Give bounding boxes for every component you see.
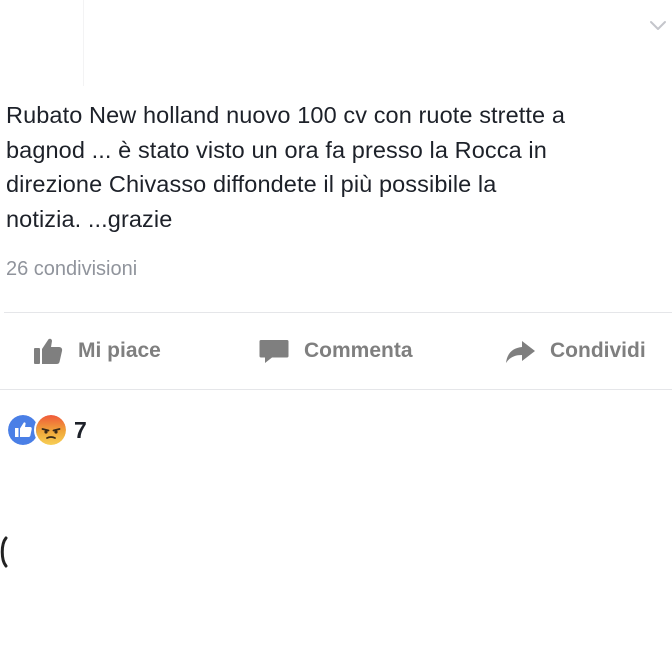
post-text-line: direzione Chivasso diffondete il più pos… bbox=[6, 171, 497, 197]
chevron-down-icon[interactable] bbox=[648, 16, 668, 36]
share-count[interactable]: 26 condivisioni bbox=[6, 258, 137, 281]
comment-button[interactable]: Commenta bbox=[258, 313, 413, 389]
like-label: Mi piace bbox=[78, 339, 161, 362]
post-text-line: bagnod ... è stato visto un ora fa press… bbox=[6, 136, 547, 163]
post-text-line: Rubato New holland nuovo 100 cv con ruot… bbox=[6, 102, 566, 128]
reaction-summary[interactable]: 7 bbox=[6, 413, 87, 447]
angry-reaction-icon bbox=[34, 413, 68, 447]
previous-content-edge bbox=[0, 0, 84, 86]
comment-label: Commenta bbox=[304, 339, 413, 362]
reaction-count: 7 bbox=[74, 416, 87, 443]
like-button[interactable]: Mi piace bbox=[32, 313, 161, 389]
share-arrow-icon bbox=[506, 341, 535, 363]
speech-bubble-icon bbox=[259, 340, 289, 363]
facebook-post: Rubato New holland nuovo 100 cv con ruot… bbox=[0, 0, 672, 672]
share-button[interactable]: Condividi bbox=[504, 313, 646, 389]
action-bar: Mi piace Commenta Condividi bbox=[0, 313, 672, 389]
post-text: Rubato New holland nuovo 100 cv con ruot… bbox=[6, 98, 666, 236]
share-label: Condividi bbox=[550, 339, 646, 362]
post-text-line: notizia. ...grazie bbox=[6, 205, 173, 232]
thumbs-up-icon bbox=[34, 338, 63, 364]
avatar[interactable] bbox=[0, 536, 8, 568]
divider bbox=[0, 389, 672, 390]
